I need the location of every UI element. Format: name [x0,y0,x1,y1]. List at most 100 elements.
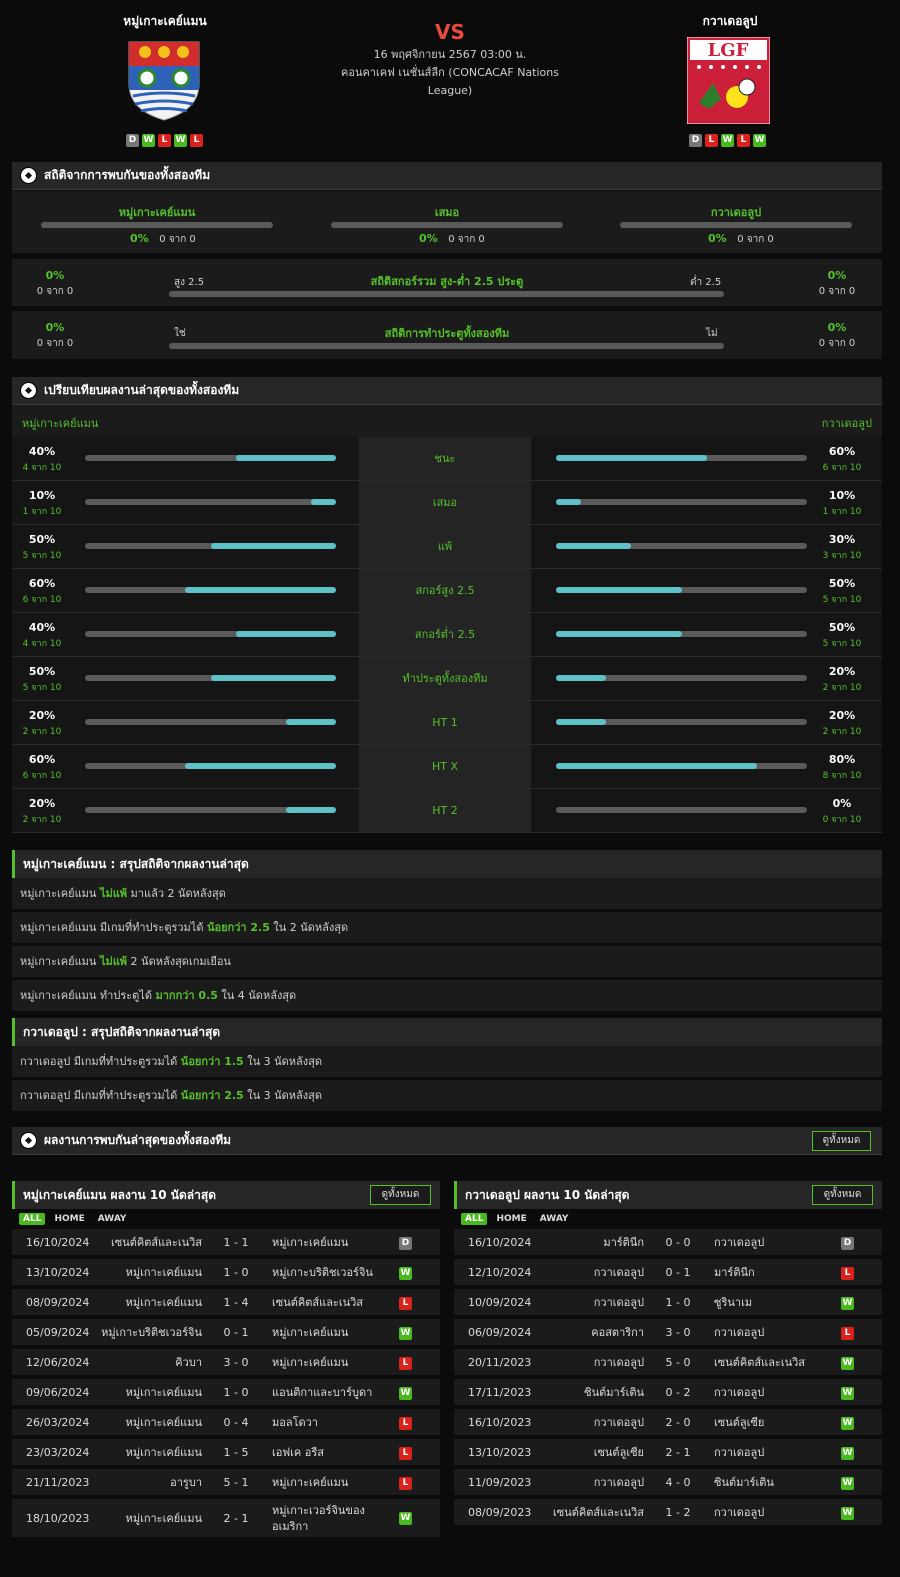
match-home-team[interactable]: ซินต์มาร์เติน [584,1379,644,1407]
match-row[interactable]: 08/09/2024 หมู่เกาะเคย์แมน 1 - 4 เซนต์คิตส์… [12,1289,440,1317]
summary-highlight: น้อยกว่า 1.5 [180,1055,244,1068]
match-date: 18/10/2023 [26,1512,90,1525]
match-date: 13/10/2023 [468,1446,532,1459]
match-row[interactable]: 23/03/2024 หมู่เกาะเคย์แมน 1 - 5 เอฟเค อรีส… [12,1439,440,1467]
stat-label: แพ้ [359,525,531,568]
match-row[interactable]: 12/06/2024 คิวบา 3 - 0 หมู่เกาะเคย์แมน L [12,1349,440,1377]
away-filter-away[interactable]: AWAY [536,1213,573,1225]
match-away-team[interactable]: หมู่เกาะบริติชเวอร์จิน [272,1259,392,1287]
home-form-badge: L [158,134,171,147]
away-count: 5 จาก 10 [822,639,862,649]
away-stat-fill [556,455,707,461]
match-home-team[interactable]: หมู่เกาะเคย์แมน [126,1409,202,1437]
match-home-team[interactable]: เซนต์ลูเซีย [594,1439,644,1467]
match-row[interactable]: 21/11/2023 อารูบา 5 - 1 หมู่เกาะเคย์แมน L [12,1469,440,1497]
match-home-team[interactable]: หมู่เกาะเคย์แมน [126,1499,202,1539]
match-row[interactable]: 12/10/2024 กวาเดอลูป 0 - 1 มาร์ตินีก L [454,1259,882,1287]
home-filter-away[interactable]: AWAY [94,1213,131,1225]
match-away-team[interactable]: ซินต์มาร์เติน [714,1469,834,1497]
home-filter-tabs: ALL HOME AWAY [19,1213,130,1225]
view-all-button[interactable]: ดูทั้งหมด [812,1131,871,1151]
match-home-team[interactable]: หมู่เกาะบริติชเวอร์จิน [101,1319,202,1347]
match-away-team[interactable]: หมู่เกาะเวอร์จินของอเมริกา [272,1503,392,1535]
btts-bar [169,343,724,349]
match-home-team[interactable]: เซนต์คิตส์และเนวิส [111,1229,202,1257]
match-home-team[interactable]: เซนต์คิตส์และเนวิส [553,1499,644,1527]
match-away-team[interactable]: แอนติกาและบาร์บูดา [272,1379,392,1407]
home-filter-home[interactable]: HOME [50,1213,88,1225]
match-away-team[interactable]: หมู่เกาะเคย์แมน [272,1349,392,1377]
match-row[interactable]: 06/09/2024 คอสตาริกา 3 - 0 กวาเดอลูป L [454,1319,882,1347]
compare-row: 20% 2 จาก 10 HT 1 20% 2 จาก 10 [12,701,882,745]
match-score: 5 - 0 [665,1356,691,1369]
match-row[interactable]: 11/09/2023 กวาเดอลูป 4 - 0 ซินต์มาร์เติน W [454,1469,882,1497]
match-away-team[interactable]: กวาเดอลูป [714,1319,834,1347]
away-filter-home[interactable]: HOME [492,1213,530,1225]
away-stat-bar [556,719,807,725]
match-away-team[interactable]: กวาเดอลูป [714,1379,834,1407]
match-row[interactable]: 08/09/2023 เซนต์คิตส์และเนวิส 1 - 2 กวาเดอล… [454,1499,882,1527]
away-filter-all[interactable]: ALL [461,1213,488,1225]
match-home-team[interactable]: กวาเดอลูป [594,1349,644,1377]
match-row[interactable]: 13/10/2024 หมู่เกาะเคย์แมน 1 - 0 หมู่เกาะบร… [12,1259,440,1287]
match-datetime: 16 พฤศจิกายน 2567 03:00 น. [373,48,527,61]
match-row[interactable]: 17/11/2023 ซินต์มาร์เติน 0 - 2 กวาเดอลูป W [454,1379,882,1407]
soccer-ball-icon [20,167,37,184]
compare-row: 10% 1 จาก 10 เสมอ 10% 1 จาก 10 [12,481,882,525]
match-row[interactable]: 16/10/2024 มาร์ตินีก 0 - 0 กวาเดอลูป D [454,1229,882,1257]
home-stat-bar [85,587,336,593]
h2h-section-header: สถิติจากการพบกันของทั้งสองทีม [12,162,882,190]
match-row[interactable]: 26/03/2024 หมู่เกาะเคย์แมน 0 - 4 มอลโดวา L [12,1409,440,1437]
home-stat-bar [85,675,336,681]
stat-label: ทำประตูทั้งสองทีม [359,657,531,700]
match-home-team[interactable]: คิวบา [175,1349,202,1377]
match-row[interactable]: 09/06/2024 หมู่เกาะเคย์แมน 1 - 0 แอนติกาและ… [12,1379,440,1407]
home-filter-all[interactable]: ALL [19,1213,46,1225]
match-away-team[interactable]: มอลโดวา [272,1409,392,1437]
recent-title: ผลงานการพบกันล่าสุดของทั้งสองทีม [44,1133,232,1147]
match-away-team[interactable]: เซนต์คิตส์และเนวิส [714,1349,834,1377]
away-percent: 50% [828,577,856,590]
match-home-team[interactable]: หมู่เกาะเคย์แมน [126,1379,202,1407]
match-away-team[interactable]: เซนต์คิตส์และเนวิส [272,1289,392,1317]
match-row[interactable]: 10/09/2024 กวาเดอลูป 1 - 0 ซูรินาเม W [454,1289,882,1317]
h2h-draw-pct: 0% [419,232,438,245]
match-away-team[interactable]: กวาเดอลูป [714,1439,834,1467]
home-stat-fill [285,807,336,813]
match-away-team[interactable]: กวาเดอลูป [714,1229,834,1257]
match-away-team[interactable]: หมู่เกาะเคย์แมน [272,1229,392,1257]
match-home-team[interactable]: หมู่เกาะเคย์แมน [126,1439,202,1467]
match-row[interactable]: 16/10/2024 เซนต์คิตส์และเนวิส 1 - 1 หมู่เกา… [12,1229,440,1257]
match-home-team[interactable]: หมู่เกาะเคย์แมน [126,1289,202,1317]
compare-row: 50% 5 จาก 10 แพ้ 30% 3 จาก 10 [12,525,882,569]
match-row[interactable]: 20/11/2023 กวาเดอลูป 5 - 0 เซนต์คิตส์และเนว… [454,1349,882,1377]
match-away-team[interactable]: ซูรินาเม [714,1289,834,1317]
match-row[interactable]: 16/10/2023 กวาเดอลูป 2 - 0 เซนต์ลูเซีย W [454,1409,882,1437]
match-home-team[interactable]: กวาเดอลูป [594,1409,644,1437]
result-badge: L [399,1477,412,1490]
match-away-team[interactable]: หมู่เกาะเคย์แมน [272,1469,392,1497]
result-badge: L [399,1297,412,1310]
match-score: 1 - 1 [223,1236,249,1249]
match-away-team[interactable]: เซนต์ลูเซีย [714,1409,834,1437]
match-away-team[interactable]: เอฟเค อรีส [272,1439,392,1467]
match-row[interactable]: 18/10/2023 หมู่เกาะเคย์แมน 2 - 1 หมู่เกาะเว… [12,1499,440,1539]
match-row[interactable]: 13/10/2023 เซนต์ลูเซีย 2 - 1 กวาเดอลูป W [454,1439,882,1467]
home-view-all-button[interactable]: ดูทั้งหมด [370,1185,431,1205]
match-away-team[interactable]: หมู่เกาะเคย์แมน [272,1319,392,1347]
match-home-team[interactable]: กวาเดอลูป [594,1259,644,1287]
match-home-team[interactable]: คอสตาริกา [591,1319,644,1347]
match-competition[interactable]: คอนคาเคฟ เนชั่นส์ลีก (CONCACAF Nations L… [330,64,570,100]
match-away-team[interactable]: กวาเดอลูป [714,1499,834,1527]
home-form-badge: W [142,134,155,147]
match-row[interactable]: 05/09/2024 หมู่เกาะบริติชเวอร์จิน 0 - 1 หมู… [12,1319,440,1347]
away-view-all-button[interactable]: ดูทั้งหมด [812,1185,873,1205]
match-home-team[interactable]: กวาเดอลูป [594,1469,644,1497]
match-home-team[interactable]: อารูบา [170,1469,202,1497]
summary-text: หมู่เกาะเคย์แมน [20,955,100,968]
match-away-team[interactable]: มาร์ตินีก [714,1259,834,1287]
match-home-team[interactable]: กวาเดอลูป [594,1289,644,1317]
match-home-team[interactable]: มาร์ตินีก [603,1229,644,1257]
home-stat-fill [210,543,336,549]
match-home-team[interactable]: หมู่เกาะเคย์แมน [126,1259,202,1287]
